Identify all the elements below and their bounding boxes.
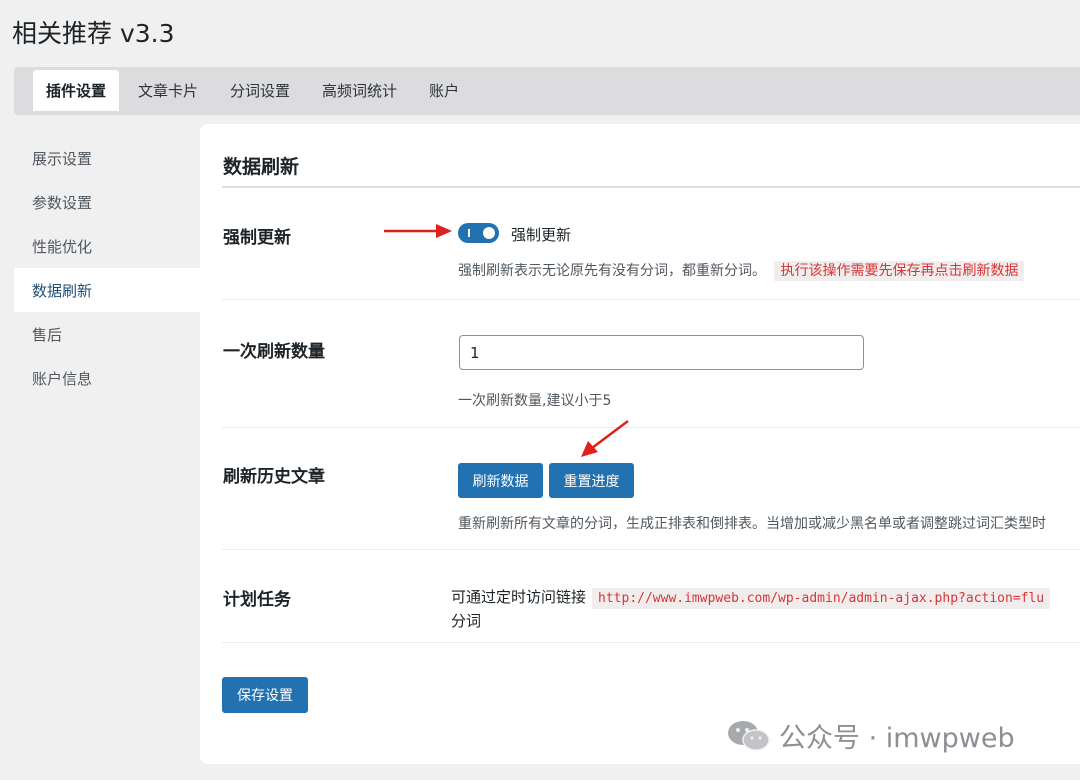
refresh-history-description: 重新刷新所有文章的分词，生成正排表和倒排表。当增加或减少黑名单或者调整跳过词汇类…	[458, 516, 1046, 532]
row-divider	[222, 427, 1080, 428]
force-update-toggle-label: 强制更新	[511, 226, 572, 244]
force-update-help: 强制刷新表示无论原先有没有分词，都重新分词。	[458, 263, 766, 279]
row-divider	[222, 299, 1080, 300]
batch-count-label: 一次刷新数量	[223, 342, 325, 362]
tab-account[interactable]: 账户	[413, 70, 475, 111]
tab-segmentation[interactable]: 分词设置	[214, 70, 306, 111]
batch-count-input[interactable]	[459, 335, 864, 370]
page-title: 相关推荐 v3.3	[12, 19, 175, 48]
cron-url: http://www.imwpweb.com/wp-admin/admin-aj…	[592, 588, 1051, 609]
sidebar-item-after-sales[interactable]: 售后	[14, 312, 200, 356]
sidebar: 展示设置 参数设置 性能优化 数据刷新 售后 账户信息	[14, 136, 200, 400]
refresh-data-button[interactable]: 刷新数据	[458, 463, 543, 498]
settings-panel: 数据刷新 强制更新 强制更新 强制刷新表示无论原先有没有分词，都重新分词。 执行…	[200, 124, 1080, 764]
reset-progress-button[interactable]: 重置进度	[549, 463, 634, 498]
cron-text-tail: 分词	[451, 612, 482, 630]
refresh-history-label: 刷新历史文章	[223, 467, 325, 487]
force-update-label: 强制更新	[223, 228, 291, 248]
toggle-knob	[483, 227, 495, 239]
tab-frequent-words[interactable]: 高频词统计	[306, 70, 413, 111]
cron-label: 计划任务	[223, 590, 291, 610]
sidebar-item-performance[interactable]: 性能优化	[14, 224, 200, 268]
force-update-description: 强制刷新表示无论原先有没有分词，都重新分词。 执行该操作需要先保存再点击刷新数据	[458, 260, 1025, 281]
row-divider	[222, 549, 1080, 550]
annotation-arrow-icon	[384, 224, 452, 238]
toggle-on-indicator	[468, 229, 470, 237]
batch-count-description: 一次刷新数量,建议小于5	[458, 393, 612, 409]
section-divider	[222, 186, 1080, 188]
force-update-toggle[interactable]	[458, 223, 499, 243]
watermark: 公众号 · imwpweb	[727, 716, 1015, 755]
cron-description: 可通过定时访问链接 http://www.imwpweb.com/wp-admin…	[451, 586, 1051, 609]
tab-article-card[interactable]: 文章卡片	[122, 70, 214, 111]
sidebar-item-display[interactable]: 展示设置	[14, 136, 200, 180]
cron-text: 可通过定时访问链接	[451, 588, 587, 606]
sidebar-item-account-info[interactable]: 账户信息	[14, 356, 200, 400]
section-title: 数据刷新	[223, 156, 300, 178]
tab-bar: 插件设置 文章卡片 分词设置 高频词统计 账户	[14, 67, 1080, 115]
force-update-warning: 执行该操作需要先保存再点击刷新数据	[774, 261, 1025, 281]
wechat-icon	[728, 720, 770, 751]
watermark-text: 公众号 · imwpweb	[779, 723, 1015, 754]
save-settings-button[interactable]: 保存设置	[222, 677, 308, 713]
annotation-arrow-icon	[581, 420, 629, 457]
row-divider	[222, 642, 1080, 643]
sidebar-item-parameters[interactable]: 参数设置	[14, 180, 200, 224]
tab-plugin-settings[interactable]: 插件设置	[33, 70, 120, 111]
sidebar-item-data-refresh[interactable]: 数据刷新	[14, 268, 200, 312]
